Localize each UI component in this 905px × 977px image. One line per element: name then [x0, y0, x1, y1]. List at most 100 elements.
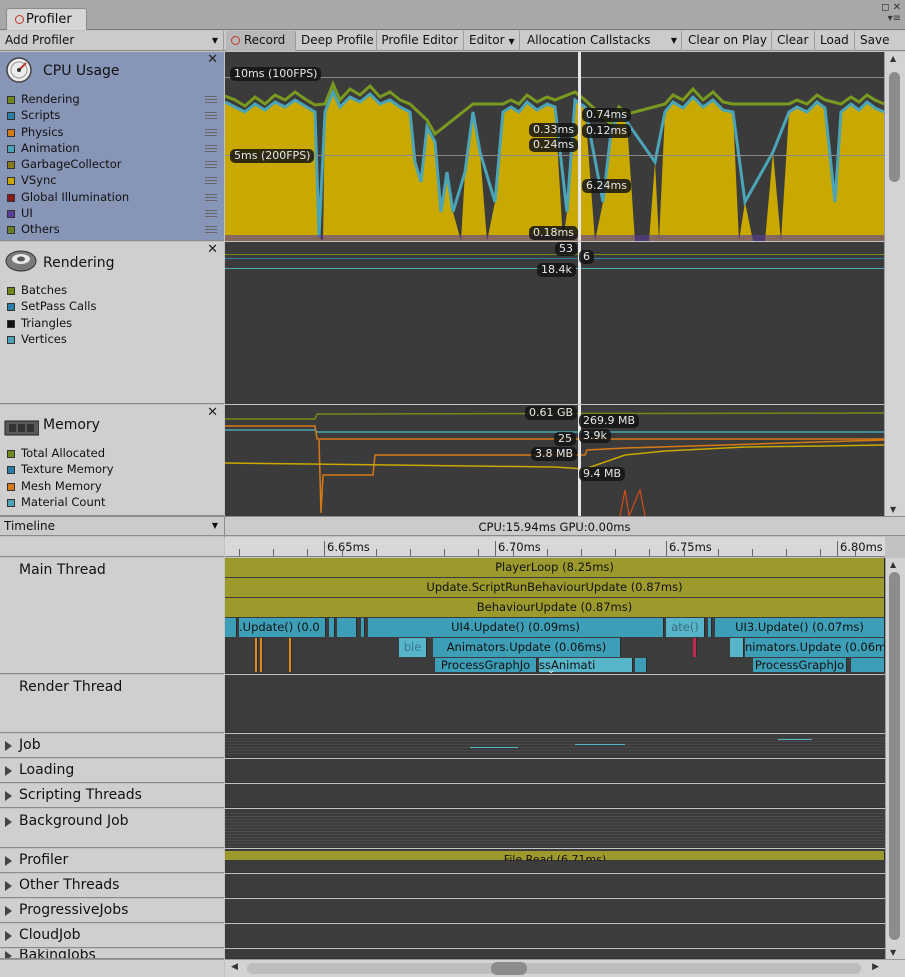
clear-button[interactable]: Clear [772, 31, 815, 51]
legend-item[interactable]: Mesh Memory [7, 479, 221, 495]
marker-animators[interactable] [730, 638, 744, 657]
thread-group-cloudjob[interactable]: CloudJob [0, 924, 224, 948]
hscroll-thumb[interactable] [491, 962, 527, 975]
thread-main[interactable]: Main Thread [0, 558, 224, 674]
scroll-right-icon[interactable]: ▶ [872, 962, 879, 972]
add-profiler-dropdown[interactable]: Add Profiler ▼ [0, 31, 224, 51]
profiler-tab[interactable]: Profiler [6, 8, 87, 30]
legend-item[interactable]: Global Illumination [7, 190, 221, 206]
legend-item[interactable]: Rendering [7, 92, 221, 108]
save-button[interactable]: Save [855, 31, 905, 51]
window-menu-icon[interactable]: ▾≡ [881, 13, 901, 24]
record-button[interactable]: Record [226, 31, 296, 51]
background-job-lane[interactable] [225, 809, 885, 848]
clear-on-play-toggle[interactable]: Clear on Play [683, 31, 772, 51]
load-button[interactable]: Load [815, 31, 855, 51]
thread-group-profiler[interactable]: Profiler [0, 849, 224, 873]
marker-processgraph[interactable]: ProcessGraphJo [753, 658, 847, 672]
marker-animators-update[interactable]: Animators.Update (0.06ms) [433, 638, 621, 657]
maximize-close-icon[interactable]: ◻ ✕ [881, 2, 901, 13]
legend-swatch[interactable] [7, 96, 15, 104]
expand-arrow-icon[interactable] [5, 817, 12, 827]
progressive-lane[interactable] [225, 899, 885, 923]
hscroll-track[interactable] [247, 963, 861, 974]
thread-group-progressive[interactable]: ProgressiveJobs [0, 899, 224, 923]
legend-swatch[interactable] [7, 335, 15, 344]
legend-item[interactable]: Vertices [7, 332, 221, 348]
allocation-callstacks-dropdown[interactable]: Allocation Callstacks ▼ [522, 31, 682, 51]
other-threads-lane[interactable] [225, 874, 885, 898]
marker-animators[interactable]: ble [399, 638, 427, 657]
deep-profile-button[interactable]: Deep Profile [296, 31, 377, 51]
drag-handle-icon[interactable] [205, 226, 217, 234]
cpu-usage-module[interactable]: CPU Usage ✕ Rendering Scripts Physics Anima… [0, 52, 224, 241]
view-mode-dropdown[interactable]: Timeline ▼ [4, 519, 222, 533]
marker-animators-update[interactable]: nimators.Update (0.06m [745, 638, 885, 657]
legend-swatch[interactable] [7, 210, 15, 219]
modules-scroll-thumb[interactable] [889, 72, 900, 182]
legend-item[interactable]: Scripts [7, 108, 221, 124]
scroll-down-icon[interactable]: ▼ [890, 505, 896, 514]
legend-swatch[interactable] [7, 319, 15, 328]
expand-arrow-icon[interactable] [5, 741, 12, 751]
scripting-lane[interactable] [225, 784, 885, 808]
thread-group-job[interactable]: Job [0, 734, 224, 758]
expand-arrow-icon[interactable] [5, 766, 12, 776]
thread-render[interactable]: Render Thread [0, 675, 224, 733]
thread-group-background-job[interactable]: Background Job [0, 809, 224, 848]
legend-swatch[interactable] [7, 450, 15, 458]
marker-gc[interactable] [693, 638, 697, 657]
marker-physics[interactable] [260, 638, 263, 672]
scroll-up-icon[interactable]: ▲ [890, 560, 896, 569]
drag-handle-icon[interactable] [205, 193, 217, 201]
legend-item[interactable]: Others [7, 222, 221, 238]
thread-group-scripting[interactable]: Scripting Threads [0, 784, 224, 808]
scroll-up-icon[interactable]: ▲ [890, 54, 896, 63]
legend-item[interactable]: Texture Memory [7, 462, 221, 478]
legend-item[interactable]: Physics [7, 125, 221, 141]
marker-update[interactable] [708, 618, 712, 637]
marker-ui3-update[interactable]: UI3.Update() (0.07ms) [715, 618, 885, 637]
legend-item[interactable]: Material Count [7, 495, 221, 511]
profile-editor-button[interactable]: Profile Editor [377, 31, 464, 51]
legend-swatch[interactable] [7, 498, 15, 507]
legend-item[interactable]: VSync [7, 173, 221, 189]
marker-update[interactable] [225, 618, 237, 637]
marker-behaviourupdate[interactable]: BehaviourUpdate (0.87ms) [225, 598, 885, 617]
thread-group-other[interactable]: Other Threads [0, 874, 224, 898]
marker-processgraph[interactable]: ProcessGraphJo [435, 658, 537, 672]
legend-item[interactable]: Animation [7, 141, 221, 157]
legend-swatch[interactable] [7, 482, 15, 491]
scroll-left-icon[interactable]: ◀ [231, 962, 238, 972]
thread-group-loading[interactable]: Loading [0, 759, 224, 783]
rendering-module[interactable]: Rendering ✕ Batches SetPass Calls Triangle… [0, 242, 224, 404]
marker-processgraph[interactable] [851, 658, 885, 672]
marker-physics[interactable] [255, 638, 258, 672]
marker-update[interactable] [361, 618, 365, 637]
marker-update[interactable]: ate() [666, 618, 705, 637]
frame-cursor[interactable] [578, 242, 581, 404]
marker-processgraph[interactable] [635, 658, 647, 672]
drag-handle-icon[interactable] [205, 112, 217, 120]
drag-handle-icon[interactable] [205, 210, 217, 218]
window-controls[interactable]: ◻ ✕ ▾≡ [881, 2, 901, 24]
timeline-ruler[interactable]: 6.65ms 6.70ms 6.75ms 6.80ms [225, 537, 885, 557]
marker-physics[interactable] [289, 638, 292, 672]
loading-lane[interactable] [225, 759, 885, 783]
legend-swatch[interactable] [7, 128, 15, 137]
job-lane[interactable] [225, 734, 885, 758]
legend-swatch[interactable] [7, 144, 15, 153]
marker-update[interactable] [337, 618, 357, 637]
expand-arrow-icon[interactable] [5, 856, 12, 866]
close-icon[interactable]: ✕ [207, 405, 218, 420]
marker-scriptrun[interactable]: Update.ScriptRunBehaviourUpdate (0.87ms) [225, 578, 885, 597]
legend-swatch[interactable] [7, 161, 15, 170]
expand-arrow-icon[interactable] [5, 906, 12, 916]
thread-group-baking[interactable]: BakingJobs [0, 949, 224, 959]
rendering-graph[interactable]: 53 6 18.4k [225, 242, 884, 404]
drag-handle-icon[interactable] [205, 161, 217, 169]
cpu-usage-graph[interactable]: 10ms (100FPS) 5ms (200FPS) 0.74ms 0.33ms… [225, 52, 884, 241]
legend-swatch[interactable] [7, 226, 15, 235]
timeline-vscrollbar[interactable]: ▲ ▼ [885, 558, 905, 959]
timeline-hscrollbar[interactable]: ◀ ▶ [225, 959, 885, 977]
